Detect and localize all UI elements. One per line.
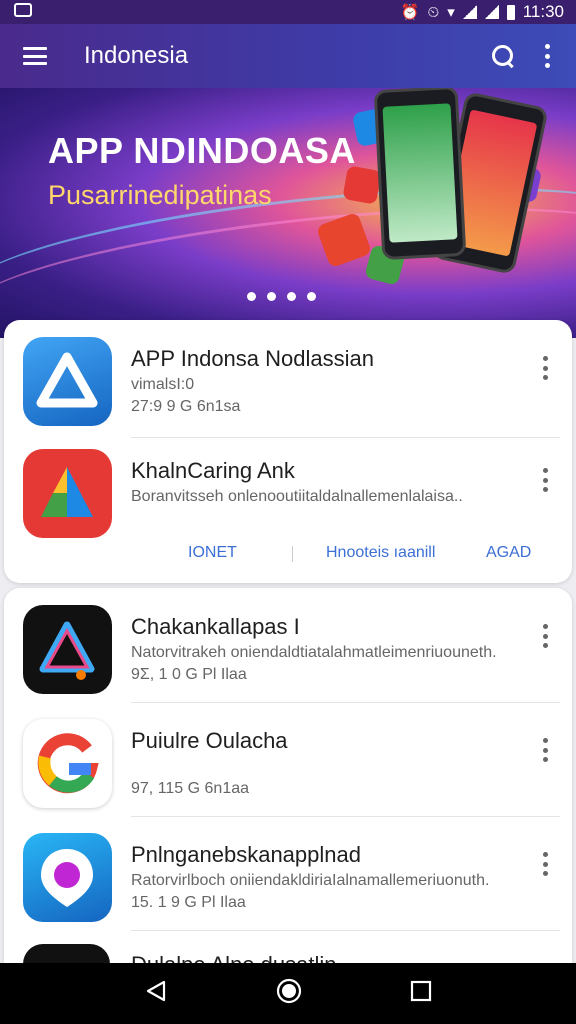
promo-banner[interactable]: APP NDINDOASA Pusarrinedipatinas bbox=[0, 88, 576, 338]
wifi-icon: ▾ bbox=[447, 3, 455, 21]
more-vert-icon[interactable] bbox=[542, 624, 548, 648]
app-card-featured: APP Indonsa Nodlassian vimalsI:0 27:9 9 … bbox=[4, 320, 572, 583]
app-name: KhalnCaring Ank bbox=[131, 458, 295, 483]
more-vert-icon[interactable] bbox=[542, 356, 548, 380]
list-item[interactable]: APP Indonsa Nodlassian vimalsI:0 27:9 9 … bbox=[4, 320, 572, 435]
blue-triangle-logo-icon bbox=[23, 337, 112, 426]
status-bar: ⏰ ⏲ ▾ 11:30 bbox=[0, 0, 576, 24]
more-vert-icon[interactable] bbox=[544, 44, 550, 68]
app-name: Pnlnganebskanapplnad bbox=[131, 842, 361, 867]
phone-illustration-front bbox=[373, 88, 467, 261]
banner-title: APP NDINDOASA bbox=[48, 130, 356, 171]
divider bbox=[292, 546, 293, 562]
banner-subtitle: Pusarrinedipatinas bbox=[48, 180, 272, 210]
app-name: APP Indonsa Nodlassian bbox=[131, 346, 374, 371]
app-subtitle: Natorvitrakeh oniendaldtiatalahmatleimen… bbox=[131, 644, 497, 661]
back-icon[interactable] bbox=[144, 979, 168, 1008]
action-button-2[interactable]: Hnooteis ıaanill bbox=[326, 544, 435, 562]
signal-icon-2 bbox=[484, 5, 499, 19]
app-meta: 15. 1 9 G Pl Ilaa bbox=[131, 894, 246, 911]
app-meta: 9Σ, 1 0 G Pl Ilaa bbox=[131, 666, 247, 683]
menu-icon[interactable] bbox=[23, 47, 47, 65]
search-icon[interactable] bbox=[490, 43, 516, 69]
divider bbox=[131, 930, 560, 931]
app-meta: 27:9 9 G 6n1sa bbox=[131, 398, 241, 415]
app-subtitle: vimalsI:0 bbox=[131, 376, 195, 393]
app-list-card: Chakankallapas I Natorvitrakeh oniendald… bbox=[4, 588, 572, 988]
more-vert-icon[interactable] bbox=[542, 852, 548, 876]
more-vert-icon[interactable] bbox=[542, 738, 548, 762]
carousel-indicator[interactable] bbox=[247, 292, 316, 301]
app-chip-icon bbox=[342, 165, 382, 205]
clock: 11:30 bbox=[522, 2, 564, 21]
battery-icon bbox=[506, 4, 515, 20]
location-pin-logo-icon bbox=[23, 833, 112, 922]
action-button-1[interactable]: IONET bbox=[188, 544, 237, 562]
app-bar: Indonesia bbox=[0, 24, 576, 88]
list-item[interactable]: Pnlnganebskanapplnad Ratorvirlboch oniie… bbox=[4, 816, 572, 931]
app-subtitle: Ratorvirlboch oniiendakldiriaIalnamallem… bbox=[131, 872, 490, 889]
navigation-bar bbox=[0, 963, 576, 1024]
app-name: Chakankallapas I bbox=[131, 614, 300, 639]
card-actions: IONET Hnooteis ıaanill AGAD bbox=[4, 538, 572, 570]
recents-icon[interactable] bbox=[410, 980, 432, 1007]
app-subtitle: Boranvitsseh onlenooutiitaldalnallemenla… bbox=[131, 488, 463, 505]
app-meta: 97, 115 G 6n1aa bbox=[131, 780, 250, 797]
gallery-icon bbox=[14, 3, 32, 17]
list-item[interactable]: Chakankallapas I Natorvitrakeh oniendald… bbox=[4, 588, 572, 703]
signal-icon bbox=[462, 5, 477, 19]
list-item[interactable]: Puiulre Oulacha 97, 115 G 6n1aa bbox=[4, 702, 572, 817]
action-button-3[interactable]: AGAD bbox=[486, 544, 531, 562]
multicolor-triangle-logo-icon bbox=[23, 449, 112, 538]
google-g-logo-icon bbox=[23, 719, 112, 808]
alarm-icon: ⏰ bbox=[400, 3, 420, 21]
more-vert-icon[interactable] bbox=[542, 468, 548, 492]
list-item[interactable]: KhalnCaring Ank Boranvitsseh onlenooutii… bbox=[4, 432, 572, 547]
neon-triangle-logo-icon bbox=[23, 605, 112, 694]
page-title: Indonesia bbox=[84, 42, 189, 69]
vibrate-icon: ⏲ bbox=[427, 3, 440, 21]
home-icon[interactable] bbox=[276, 978, 302, 1009]
app-name: Puiulre Oulacha bbox=[131, 728, 288, 753]
